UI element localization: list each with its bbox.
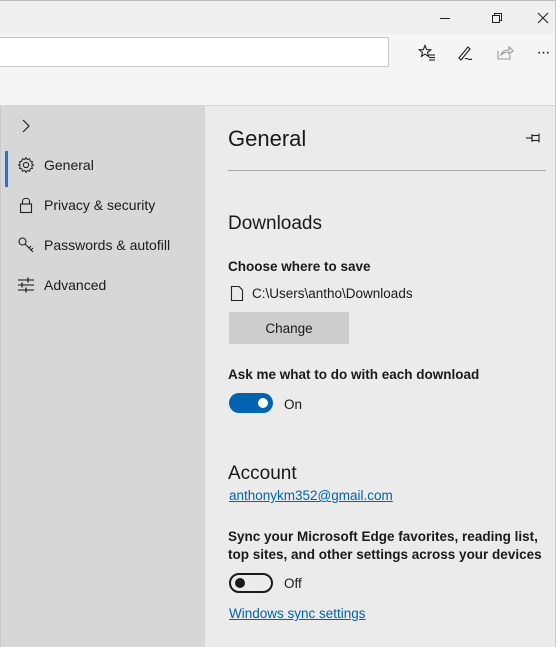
account-email-link[interactable]: anthonykm352@gmail.com	[229, 488, 393, 503]
pin-icon	[526, 133, 540, 143]
restore-button[interactable]	[474, 2, 520, 34]
sliders-icon	[15, 274, 37, 296]
toggle-knob	[258, 398, 268, 408]
expand-button[interactable]	[16, 116, 36, 136]
ask-download-state: On	[284, 397, 303, 412]
share-button[interactable]	[488, 38, 522, 68]
sidebar-item-advanced[interactable]: Advanced	[5, 267, 205, 303]
title-bar	[0, 0, 556, 35]
chevron-right-icon	[22, 119, 30, 133]
lock-icon	[15, 194, 37, 216]
gear-icon	[15, 154, 37, 176]
sync-label: Sync your Microsoft Edge favorites, read…	[228, 529, 542, 562]
settings-sidebar: General Privacy & security Passwords & a…	[0, 106, 205, 647]
ask-download-label: Ask me what to do with each download	[228, 367, 480, 382]
more-icon: ···	[536, 44, 551, 61]
sidebar-item-label: Privacy & security	[44, 197, 156, 213]
notes-button[interactable]	[448, 38, 482, 68]
favorites-button[interactable]	[410, 38, 444, 68]
download-path: C:\Users\antho\Downloads	[252, 286, 413, 301]
pin-button[interactable]	[523, 130, 545, 146]
share-icon	[497, 45, 514, 60]
window-border	[0, 106, 1, 647]
sidebar-item-passwords-autofill[interactable]: Passwords & autofill	[5, 227, 205, 263]
pen-icon	[458, 46, 473, 61]
minimize-icon	[440, 18, 450, 19]
ask-download-toggle[interactable]	[229, 393, 273, 413]
favorites-star-icon	[418, 44, 435, 61]
downloads-heading: Downloads	[228, 213, 322, 234]
sync-state: Off	[284, 576, 302, 591]
panel-title: General	[228, 126, 307, 151]
close-icon	[537, 12, 549, 24]
sidebar-item-label: General	[44, 157, 94, 173]
sidebar-item-general[interactable]: General	[5, 147, 205, 187]
minimize-button[interactable]	[422, 2, 468, 34]
sidebar-item-label: Passwords & autofill	[44, 237, 171, 253]
restore-icon	[492, 13, 502, 23]
windows-sync-settings-link[interactable]: Windows sync settings	[229, 606, 366, 621]
sidebar-item-label: Advanced	[44, 277, 107, 293]
close-button[interactable]	[520, 2, 556, 34]
address-bar[interactable]	[0, 37, 389, 67]
browser-toolbar: ···	[0, 34, 556, 106]
title-divider	[228, 170, 546, 171]
account-heading: Account	[228, 463, 297, 484]
settings-panel: General Downloads Choose where to save C…	[205, 106, 555, 647]
sidebar-item-privacy-security[interactable]: Privacy & security	[5, 187, 205, 223]
key-icon	[15, 234, 37, 256]
more-button[interactable]: ···	[526, 38, 556, 68]
choose-location-label: Choose where to save	[228, 259, 371, 274]
change-location-button[interactable]: Change	[229, 312, 349, 344]
toggle-knob	[235, 578, 245, 588]
file-icon	[230, 285, 244, 307]
sync-toggle[interactable]	[229, 573, 273, 593]
